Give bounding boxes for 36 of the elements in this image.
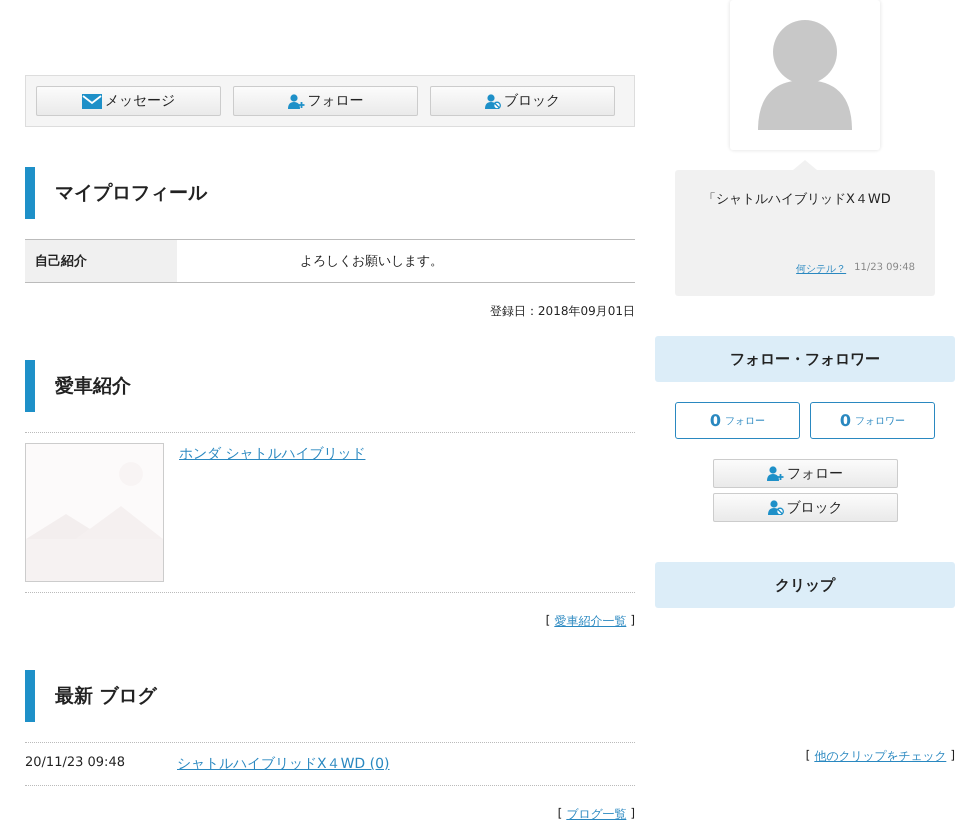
panel-title: フォロー・フォロワー [655, 336, 955, 382]
blog-date: 20/11/23 09:48 [25, 755, 126, 772]
bracket: ] [950, 748, 955, 764]
follow-button[interactable]: フォロー [233, 86, 418, 116]
count-link[interactable]: 0 フォロワー [810, 402, 935, 439]
bracket: [ [546, 613, 550, 629]
section-heading: 愛車紹介 [25, 360, 635, 412]
bracket: [ [806, 748, 810, 764]
table-cell-text: よろしくお願いします。 [299, 253, 444, 271]
car-link[interactable]: ホンダ シャトルハイブリッド [179, 446, 366, 462]
user-add-icon [288, 94, 304, 108]
section-heading: マイプロフィール [25, 167, 635, 219]
avatar-icon [758, 20, 852, 130]
status-text: 「シャトルハイブリッドX４WD [702, 191, 892, 208]
bracket: [ [558, 806, 562, 822]
message-button[interactable]: メッセージ [36, 86, 221, 116]
panel-title: クリップ [655, 562, 955, 608]
user-block-icon [485, 94, 501, 108]
user-block-icon [768, 500, 784, 515]
clip-list-link[interactable]: 他のクリップをチェック [814, 748, 946, 765]
registration-date: 登録日：2018年09月01日 [488, 303, 635, 320]
envelope-icon [82, 94, 102, 108]
count-link[interactable]: 0 フォロー [675, 402, 800, 439]
block-button[interactable]: ブロック [430, 86, 615, 116]
bracket: ] [630, 613, 635, 629]
blog-link[interactable]: シャトルハイブリッドX４WD (0) [177, 755, 390, 773]
bracket: ] [630, 806, 635, 822]
follow-button[interactable]: フォロー [712, 459, 898, 488]
table-header-cell: 自己紹介 [25, 240, 177, 282]
user-add-icon [767, 466, 784, 481]
section-heading: 最新 ブログ [25, 670, 635, 722]
status-time: 11/23 09:48 [854, 262, 915, 275]
block-button[interactable]: ブロック [712, 493, 898, 522]
status-link[interactable]: 何シテル？ [796, 262, 846, 276]
blog-list-link[interactable]: ブログ一覧 [566, 806, 626, 823]
car-list-link[interactable]: 愛車紹介一覧 [554, 613, 626, 630]
